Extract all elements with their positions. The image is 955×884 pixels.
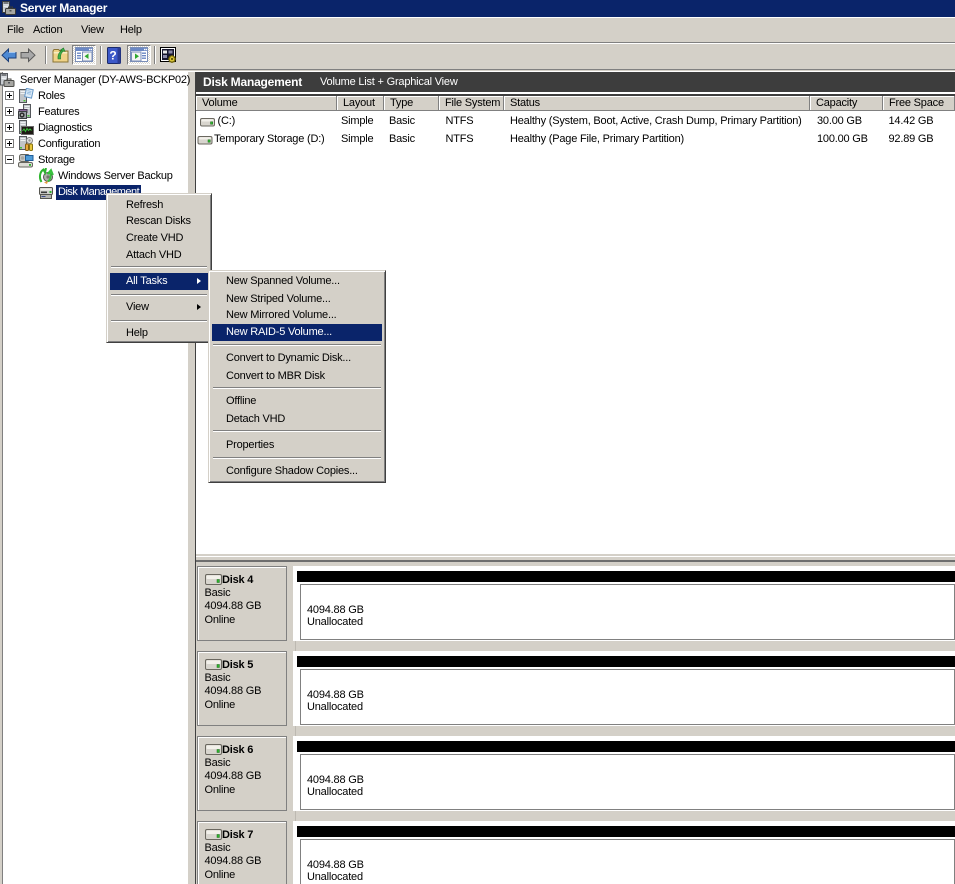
svg-text:?: ? <box>109 49 116 63</box>
